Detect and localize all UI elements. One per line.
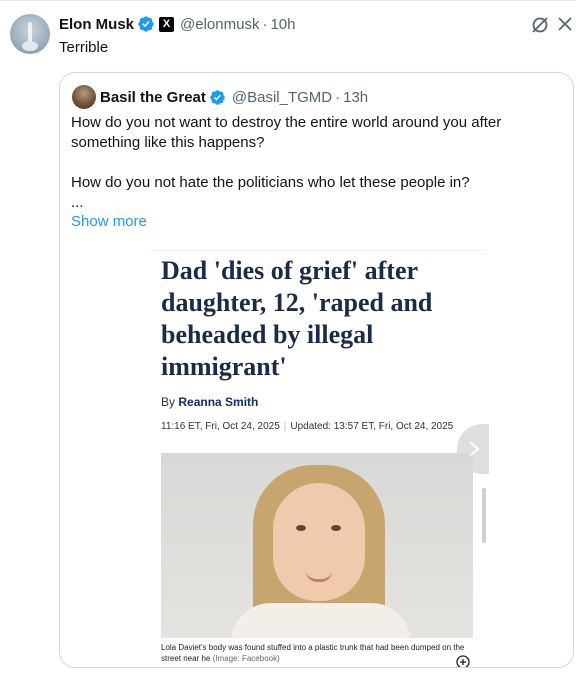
quoted-post-header: Basil the Great @Basil_TGMD · 13h — [100, 86, 368, 108]
author-name[interactable]: Elon Musk — [59, 16, 134, 33]
verified-badge-icon — [138, 16, 154, 32]
grok-icon[interactable] — [530, 15, 550, 35]
author-handle[interactable]: @elonmusk — [180, 16, 259, 33]
caption-text: Lola Daviet's body was found stuffed int… — [161, 643, 465, 663]
updated-time: Updated: 13:57 ET, Fri, Oct 24, 2025 — [290, 421, 454, 432]
caption-credit: (Image: Facebook) — [212, 654, 280, 663]
photo-face — [273, 483, 365, 601]
top-divider — [0, 0, 576, 1]
date-separator: | — [283, 421, 287, 432]
quoted-author-avatar[interactable] — [72, 85, 96, 109]
author-avatar[interactable] — [10, 14, 50, 54]
separator: · — [262, 15, 268, 33]
article-byline: By Reanna Smith — [161, 395, 258, 409]
photo-eye-right — [331, 525, 341, 531]
scrollbar-thumb[interactable] — [482, 488, 486, 543]
photo-caption: Lola Daviet's body was found stuffed int… — [161, 642, 473, 664]
quoted-paragraph-2: How do you not hate the politicians who … — [71, 174, 470, 191]
rocket-image — [28, 22, 32, 42]
quoted-paragraph-1: How do you not want to destroy the entir… — [71, 114, 502, 151]
separator: · — [335, 88, 341, 106]
post-text: Terrible — [59, 39, 109, 56]
byline-author: Reanna Smith — [178, 395, 259, 409]
photo-eye-left — [296, 525, 306, 531]
post-time[interactable]: 10h — [270, 16, 295, 33]
show-more-link[interactable]: Show more — [71, 213, 147, 230]
quoted-author-handle[interactable]: @Basil_TGMD — [232, 89, 332, 106]
byline-prefix: By — [161, 395, 176, 409]
chevron-right-icon — [469, 441, 480, 457]
x-affiliate-badge: X — [159, 16, 175, 32]
photo-shirt — [231, 603, 411, 638]
quoted-author-name[interactable]: Basil the Great — [100, 89, 206, 106]
article-dates: 11:16 ET, Fri, Oct 24, 2025 | Updated: 13:… — [161, 421, 453, 432]
close-icon[interactable] — [556, 15, 574, 33]
published-time: 11:16 ET, Fri, Oct 24, 2025 — [161, 421, 280, 432]
quoted-ellipsis: ... — [71, 194, 84, 211]
article-photo — [161, 453, 473, 638]
article-headline: Dad 'dies of grief' after daughter, 12, … — [161, 256, 433, 381]
quoted-post-text: How do you not want to destroy the entir… — [71, 113, 561, 213]
smoke-plume — [22, 41, 38, 51]
verified-badge-icon — [210, 89, 225, 105]
article-screenshot[interactable]: Dad 'dies of grief' after daughter, 12, … — [150, 250, 485, 668]
quoted-post-card[interactable]: Basil the Great @Basil_TGMD · 13h How do… — [59, 72, 574, 668]
quoted-post-time[interactable]: 13h — [343, 89, 368, 106]
plus-circle-icon[interactable] — [456, 655, 470, 668]
post-header: Elon Musk X @elonmusk · 10h — [59, 14, 295, 34]
